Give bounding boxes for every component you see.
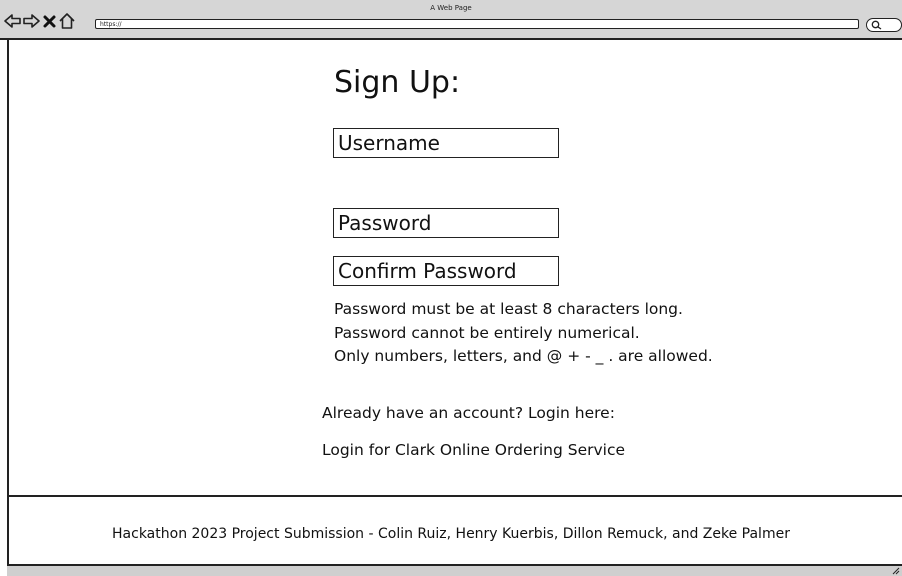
footer-divider — [9, 495, 902, 497]
home-icon[interactable] — [58, 12, 76, 30]
window-left-border — [7, 40, 9, 564]
stop-close-icon[interactable] — [41, 12, 59, 30]
search-button[interactable] — [866, 18, 902, 32]
status-bar — [7, 564, 902, 576]
password-rule: Password cannot be entirely numerical. — [334, 323, 640, 342]
page-heading: Sign Up: — [334, 65, 461, 100]
forward-arrow-icon[interactable] — [22, 12, 40, 30]
password-input[interactable] — [333, 208, 559, 238]
password-rule: Password must be at least 8 characters l… — [334, 300, 683, 318]
login-prompt-text: Already have an account? Login here: — [322, 404, 615, 422]
back-arrow-icon[interactable] — [4, 12, 22, 30]
password-rules-list: Password must be at least 8 characters l… — [334, 298, 713, 369]
footer-credits: Hackathon 2023 Project Submission - Coli… — [112, 526, 790, 542]
browser-toolbar: A Web Page https:// — [0, 0, 902, 40]
password-rule: Only numbers, letters, and @ + - _ . are… — [334, 347, 713, 365]
address-bar[interactable]: https:// — [95, 19, 859, 29]
resize-grip-icon[interactable] — [892, 567, 900, 575]
username-input[interactable] — [333, 128, 559, 158]
search-icon — [871, 20, 882, 30]
login-link[interactable]: Login for Clark Online Ordering Service — [322, 441, 625, 459]
page-tab-title: A Web Page — [430, 4, 472, 12]
confirm-password-input[interactable] — [333, 256, 559, 286]
